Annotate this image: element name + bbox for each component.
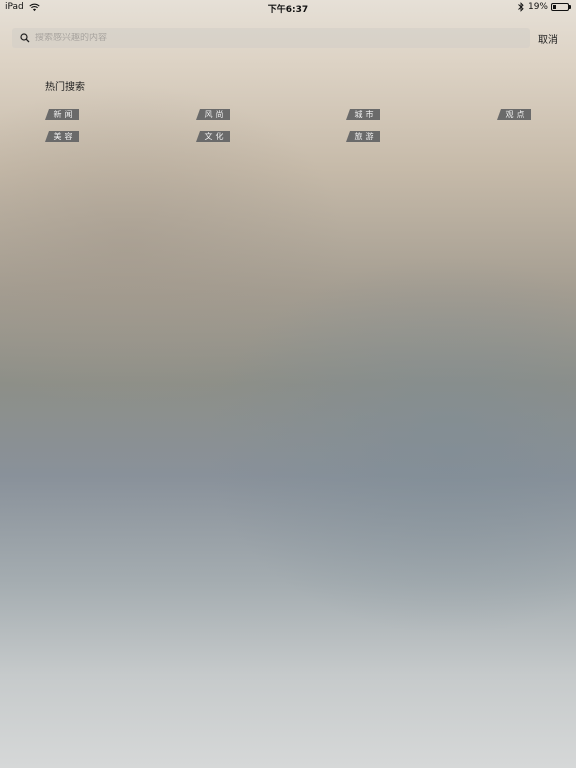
search-bar[interactable]: [12, 28, 530, 48]
tag-label: 美容: [53, 132, 76, 141]
tag-label: 文化: [204, 132, 227, 141]
battery-fill: [553, 5, 556, 9]
tag-city[interactable]: 城市: [346, 109, 380, 120]
battery-icon: [551, 3, 569, 11]
tag-beauty[interactable]: 美容: [45, 131, 79, 142]
tag-label: 风尚: [204, 110, 227, 119]
search-icon: [20, 33, 30, 43]
hot-search-title: 热门搜索: [45, 82, 85, 93]
tag-culture[interactable]: 文化: [196, 131, 230, 142]
battery-percent: 19%: [527, 2, 548, 12]
bluetooth-icon: [518, 2, 524, 12]
status-right: 19%: [518, 2, 571, 12]
tag-news[interactable]: 新闻: [45, 109, 79, 120]
tag-fashion[interactable]: 风尚: [196, 109, 230, 120]
tag-label: 新闻: [53, 110, 76, 119]
tag-travel[interactable]: 旅游: [346, 131, 380, 142]
hot-search-tags: 新闻 风尚 城市 观点 美容 文化 旅游: [45, 109, 533, 145]
search-input[interactable]: [35, 33, 515, 43]
tag-label: 城市: [354, 110, 377, 119]
status-time: 下午6:37: [267, 5, 309, 15]
tag-label: 观点: [505, 110, 528, 119]
battery-tip: [569, 5, 571, 9]
status-bar: iPad 下午6:37 19%: [0, 0, 576, 16]
tag-label: 旅游: [354, 132, 377, 141]
tag-opinion[interactable]: 观点: [497, 109, 531, 120]
cancel-button[interactable]: 取消: [538, 31, 558, 46]
